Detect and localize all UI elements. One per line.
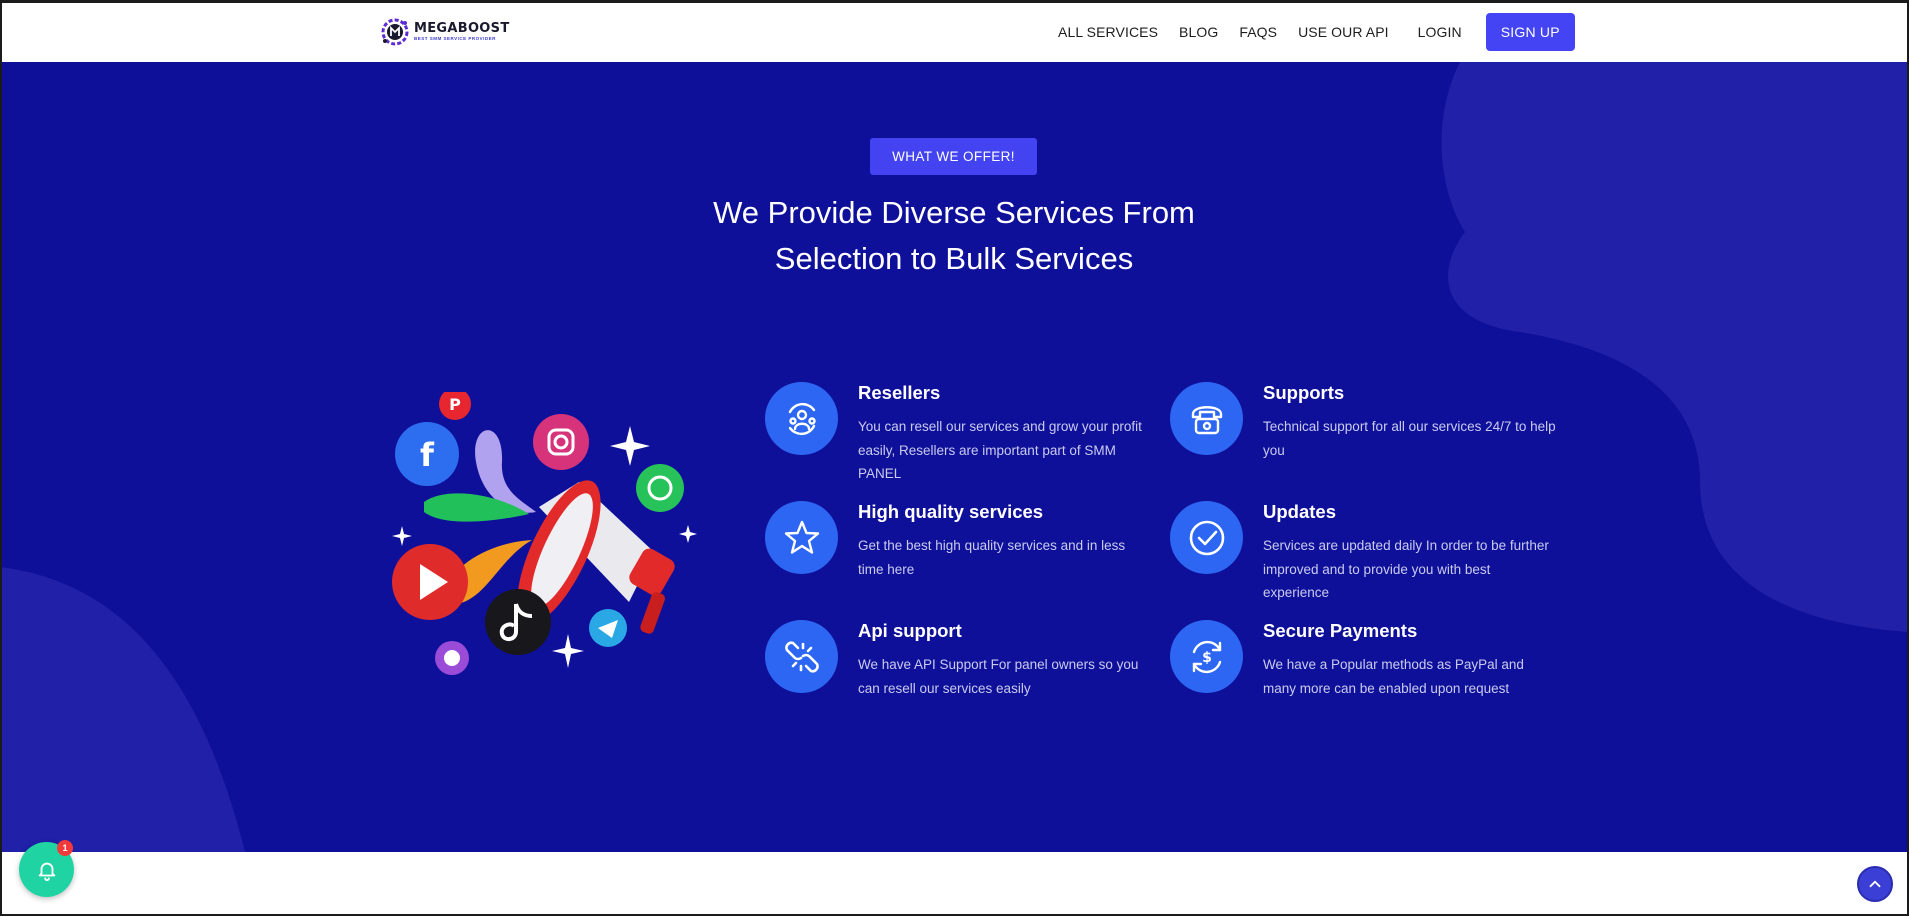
section-title: We Provide Diverse Services From Selecti… — [654, 190, 1254, 282]
nav-faqs[interactable]: FAQS — [1239, 24, 1277, 40]
telephone-icon — [1170, 382, 1243, 455]
brand-logo[interactable]: MEGABOOST BEST SMM SERVICE PROVIDER — [380, 17, 510, 47]
chevron-up-icon — [1869, 880, 1881, 888]
sparkle-icon — [392, 526, 412, 546]
feature-high-quality: High quality services Get the best high … — [765, 501, 1165, 601]
feature-title: Supports — [1263, 382, 1345, 403]
scroll-to-top-button[interactable] — [1857, 866, 1893, 902]
nav-blog[interactable]: BLOG — [1179, 24, 1218, 40]
broken-link-icon — [765, 620, 838, 693]
main-nav: ALL SERVICES BLOG FAQS USE OUR API LOGIN… — [1058, 13, 1575, 51]
feature-title: Resellers — [858, 382, 941, 403]
signup-button[interactable]: SIGN UP — [1485, 13, 1575, 51]
feature-desc: Technical support for all our services 2… — [1263, 419, 1556, 458]
feature-secure-payments: $ Secure Payments We have a Popular meth… — [1170, 620, 1570, 720]
next-section-start — [0, 852, 1909, 916]
feature-title: Secure Payments — [1263, 620, 1418, 641]
brand-tagline: BEST SMM SERVICE PROVIDER — [414, 36, 496, 41]
svg-text:f: f — [420, 436, 435, 474]
feature-resellers: Resellers You can resell our services an… — [765, 382, 1165, 482]
feature-api-support: Api support We have API Support For pane… — [765, 620, 1165, 720]
site-header: MEGABOOST BEST SMM SERVICE PROVIDER ALL … — [0, 0, 1909, 62]
notification-button[interactable]: 1 — [19, 840, 74, 897]
feature-title: High quality services — [858, 501, 1044, 522]
nav-use-our-api[interactable]: USE OUR API — [1298, 24, 1389, 40]
nav-all-services[interactable]: ALL SERVICES — [1058, 24, 1158, 40]
payment-cycle-icon: $ — [1170, 620, 1243, 693]
notification-count-badge: 1 — [57, 840, 73, 856]
check-circle-icon — [1170, 501, 1243, 574]
feature-desc: Get the best high quality services and i… — [858, 538, 1126, 577]
section-title-line-2: Selection to Bulk Services — [774, 241, 1134, 276]
feature-desc: We have API Support For panel owners so … — [858, 657, 1139, 696]
svg-text:$: $ — [1202, 650, 1212, 666]
section-badge: WHAT WE OFFER! — [870, 138, 1037, 175]
feature-desc: Services are updated daily In order to b… — [1263, 538, 1549, 600]
section-title-line-1: We Provide Diverse Services From — [713, 195, 1195, 230]
sparkle-icon — [610, 426, 650, 466]
whatsapp-icon — [636, 464, 684, 512]
bell-icon — [38, 862, 55, 881]
feature-title: Updates — [1263, 501, 1336, 522]
star-icon — [765, 501, 838, 574]
sparkle-icon — [679, 525, 697, 543]
feature-supports: Supports Technical support for all our s… — [1170, 382, 1570, 482]
social-megaphone-illustration: f P — [384, 388, 714, 692]
feature-desc: We have a Popular methods as PayPal and … — [1263, 657, 1524, 696]
login-link[interactable]: LOGIN — [1418, 24, 1462, 40]
feature-desc: You can resell our services and grow you… — [858, 419, 1142, 481]
logo-mark-icon — [380, 17, 410, 47]
reseller-icon — [765, 382, 838, 455]
feature-updates: Updates Services are updated daily In or… — [1170, 501, 1570, 601]
brand-name: MEGABOOST — [414, 21, 510, 36]
instagram-icon — [533, 414, 589, 470]
svg-text:P: P — [449, 395, 461, 414]
feature-title: Api support — [858, 620, 962, 641]
services-section: WHAT WE OFFER! We Provide Diverse Servic… — [0, 62, 1909, 852]
sparkle-icon — [552, 634, 584, 668]
